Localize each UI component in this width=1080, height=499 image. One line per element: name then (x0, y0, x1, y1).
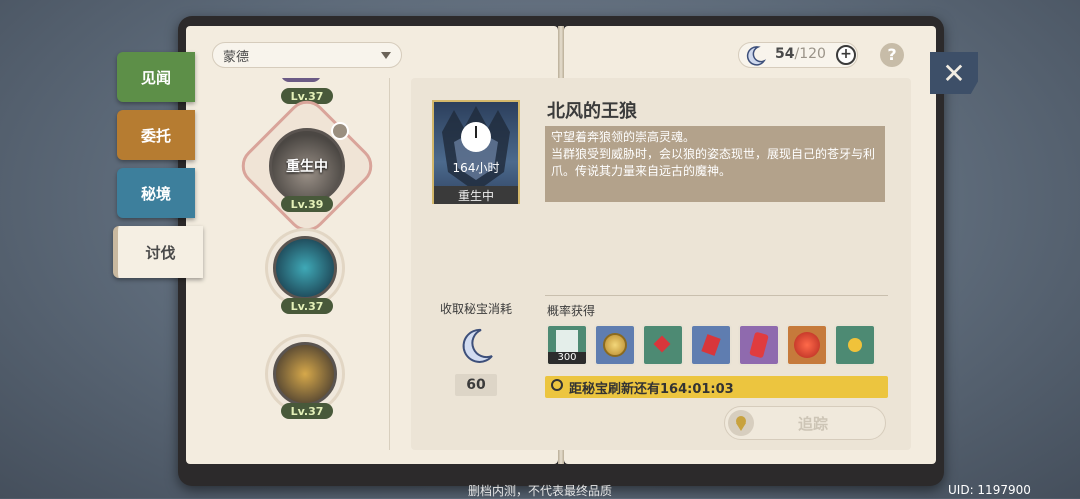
location-pin-shape (736, 416, 746, 431)
cost-value: 60 (455, 374, 497, 396)
add-resin-button[interactable]: + (836, 45, 856, 65)
red-gem-fragment-icon (653, 335, 671, 353)
region-dropdown[interactable]: 蒙德 (212, 42, 402, 68)
region-label: 蒙德 (223, 49, 250, 65)
respawn-status: 重生中 (286, 159, 328, 175)
list-divider (389, 78, 390, 450)
cost-label: 收取秘宝消耗 (439, 302, 512, 316)
red-gem-sliver-icon (701, 334, 721, 356)
boss-partial-icon (281, 78, 321, 82)
red-gem-gemstone-icon (794, 332, 820, 358)
drops-label: 概率获得 (547, 304, 596, 318)
help-button[interactable]: ? (880, 43, 904, 67)
tab-notices[interactable]: 见闻 (117, 52, 195, 102)
drop-item[interactable] (690, 324, 732, 366)
drop-item[interactable] (594, 324, 636, 366)
moon-resin-icon (462, 328, 493, 363)
boss-level-badge: Lv.39 (281, 196, 333, 212)
tab-bosses[interactable]: 讨伐 (113, 226, 203, 278)
item-count: 300 (548, 352, 586, 364)
chevron-down-icon (381, 52, 391, 59)
resin-current: 54 (775, 46, 795, 62)
clock-hand (475, 126, 477, 138)
boss-name: 北风的王狼 (547, 101, 637, 122)
drop-item[interactable]: 300 (546, 324, 588, 366)
gold-material-icon (848, 338, 862, 352)
drop-item[interactable] (738, 324, 780, 366)
boss-description: 守望着奔狼领的崇高灵魂。 当群狼受到威胁时，会以狼的姿态现世，展现自己的苍牙与利… (551, 130, 876, 178)
geo-cube-icon (273, 342, 337, 406)
uid-label: UID: 1197900 (948, 483, 1031, 497)
cryo-cube-icon (273, 236, 337, 300)
list-item-geo-cube[interactable] (265, 334, 345, 414)
adventure-exp-icon (556, 330, 578, 352)
boss-level-badge: Lv.37 (281, 298, 333, 314)
moon-resin-icon (746, 46, 767, 66)
close-button[interactable]: ✕ (930, 52, 978, 94)
section-divider (545, 295, 888, 296)
clock-icon (551, 379, 563, 391)
boss-level-badge: Lv.37 (281, 403, 333, 419)
refresh-timer: 距秘宝刷新还有164:01:03 (569, 382, 734, 397)
portrait-status: 重生中 (434, 186, 518, 204)
drop-item[interactable] (834, 324, 876, 366)
respawn-hours: 164小时 (452, 161, 500, 175)
resin-max: /120 (794, 46, 826, 62)
clock-icon (331, 122, 349, 140)
track-label: 追踪 (798, 415, 829, 433)
list-item-cryo-cube[interactable] (265, 228, 345, 308)
drop-item[interactable] (642, 324, 684, 366)
footer-notice: 删档内测，不代表最终品质 (467, 484, 612, 498)
boss-list[interactable]: Lv.37 重生中 Lv.39 Lv.37 Lv.37 (211, 78, 389, 450)
resin-amount: 54/120 (775, 46, 826, 62)
location-pin-icon (728, 410, 754, 436)
tab-commissions[interactable]: 委托 (117, 110, 195, 160)
mora-coin-icon (603, 333, 627, 357)
drop-item[interactable] (786, 324, 828, 366)
tab-domains[interactable]: 秘境 (117, 168, 195, 218)
red-gem-chunk-icon (749, 331, 769, 359)
